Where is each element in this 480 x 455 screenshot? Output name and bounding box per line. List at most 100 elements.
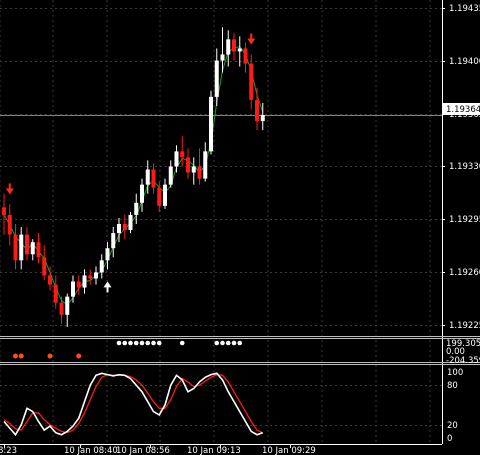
bear-candle	[243, 42, 248, 73]
candle-body	[134, 202, 139, 215]
price-tick-label: 1.19225	[449, 321, 480, 331]
bear-candle	[249, 54, 254, 109]
bull-candle	[19, 227, 24, 270]
candle-body	[191, 166, 196, 173]
white-signal-dot	[214, 340, 220, 346]
candle-body	[249, 63, 254, 100]
candle-body	[209, 96, 213, 152]
stoch-tick-label: 0	[447, 434, 452, 444]
white-signal-dot	[237, 340, 243, 346]
bull-candle	[237, 36, 242, 67]
trading-chart[interactable]: 1.194351.194001.193651.193301.192951.192…	[0, 0, 480, 455]
candle-body	[255, 99, 259, 122]
bear-candle	[42, 245, 47, 280]
stochastic-axis: 100 80 20 0	[447, 368, 463, 444]
buy-arrow-icon	[103, 281, 112, 293]
current-price-label: 1.19364	[442, 103, 480, 115]
bull-candle	[203, 142, 208, 182]
white-signal-dot	[179, 340, 185, 346]
candle-body	[25, 234, 29, 255]
bull-candle	[163, 178, 167, 209]
bull-candle	[30, 239, 35, 261]
candle-body	[111, 233, 116, 249]
candle-body	[76, 281, 81, 288]
candle-body	[157, 187, 162, 206]
candle-body	[220, 54, 225, 61]
candle-body	[163, 184, 167, 206]
bear-candle	[151, 163, 156, 194]
candle-body	[36, 242, 41, 258]
bear-candle	[13, 224, 18, 270]
candle-body	[42, 257, 47, 276]
bear-candle	[7, 204, 12, 246]
orange-signal-dot	[13, 353, 18, 359]
candle-body	[13, 234, 18, 261]
stochastic-pane[interactable]	[0, 372, 442, 437]
bull-candle	[174, 145, 179, 173]
white-signal-dot	[133, 340, 139, 346]
price-tick-label: 1.19260	[449, 268, 480, 278]
candle-body	[59, 302, 64, 315]
stoch-main-line	[3, 372, 264, 437]
orange-signal-dot	[47, 353, 53, 359]
candle-body	[105, 248, 110, 261]
bull-candle	[140, 178, 144, 212]
candle-body	[140, 184, 144, 203]
white-signal-dot	[122, 340, 128, 346]
bear-candle	[197, 148, 202, 185]
candle-body	[99, 260, 104, 273]
current-price-value: 1.19364	[446, 105, 480, 115]
candle-body	[151, 169, 156, 188]
time-tick-label: 8:23	[0, 446, 17, 455]
time-tick-label: 10 Jan 08:40	[64, 446, 118, 455]
candle-body	[260, 115, 265, 122]
indicator-min-label: -204.359	[446, 356, 480, 366]
white-signal-dot	[128, 340, 133, 346]
bear-candle	[53, 275, 58, 309]
candle-body	[2, 207, 6, 215]
white-signal-dot	[116, 340, 122, 346]
candle-body	[122, 224, 127, 231]
bear-candle	[2, 193, 6, 235]
bear-candle	[76, 275, 81, 296]
price-tick-label: 1.19400	[449, 57, 480, 67]
bull-candle	[94, 266, 98, 285]
candle-body	[186, 157, 190, 173]
candle-body	[214, 60, 219, 97]
stoch-tick-label: 80	[447, 381, 458, 391]
white-signal-dot	[145, 340, 151, 346]
white-signal-dot	[139, 340, 145, 346]
orange-signal-dot	[76, 353, 82, 359]
price-axis: 1.194351.194001.193651.193301.192951.192…	[442, 4, 480, 331]
bull-candle	[105, 242, 110, 270]
candle-body	[180, 151, 185, 158]
bull-candle	[111, 227, 116, 258]
indicator-dots-pane[interactable]	[13, 340, 243, 359]
white-signal-dot	[156, 340, 162, 346]
candle-body	[71, 281, 75, 297]
bear-candle	[232, 33, 236, 61]
candle-body	[237, 48, 242, 52]
bull-candle	[209, 90, 213, 155]
candle-body	[128, 214, 133, 231]
candle-body	[7, 214, 12, 235]
bear-candle	[88, 269, 93, 285]
bear-candle	[180, 136, 185, 167]
time-axis: 8:23 10 Jan 08:4010 Jan 08:56 10 Jan 09:13…	[0, 444, 316, 455]
candle-body	[117, 224, 121, 234]
candle-body	[232, 39, 236, 52]
candle-body	[168, 166, 173, 185]
sell-arrow-icon	[247, 33, 256, 45]
white-signal-dot	[151, 340, 156, 346]
candle-body	[243, 48, 248, 64]
bear-candle	[255, 87, 259, 131]
bull-candle	[134, 193, 139, 224]
candle-body	[226, 39, 231, 55]
candle-body	[203, 151, 208, 179]
indicator-dots-axis: 199.30520.00-204.359	[446, 339, 480, 366]
stoch-tick-label: 100	[447, 368, 463, 378]
white-signal-dot	[231, 340, 237, 346]
candle-body	[48, 275, 52, 285]
bear-candle	[122, 214, 127, 240]
bull-candle	[128, 211, 133, 234]
